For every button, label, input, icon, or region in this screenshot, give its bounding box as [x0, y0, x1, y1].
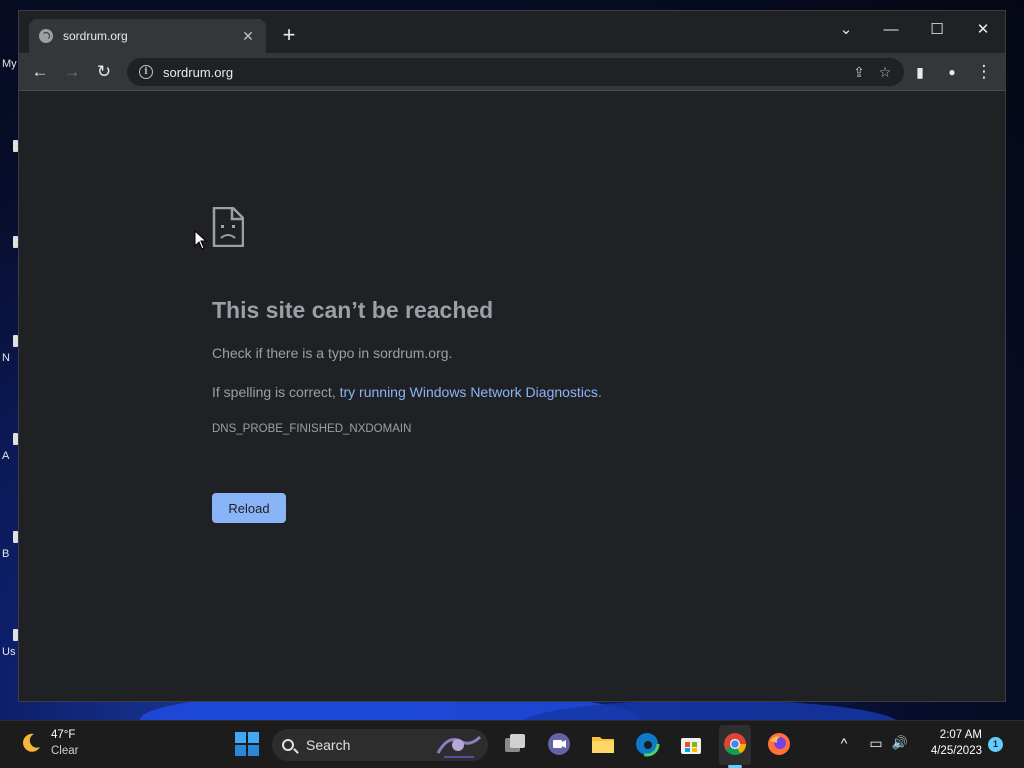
notification-badge[interactable]: 1	[988, 737, 1003, 752]
error-heading: This site can’t be reached	[212, 297, 494, 323]
mouse-cursor-icon	[194, 230, 208, 250]
error-message-typo: Check if there is a typo in sordrum.org.	[212, 345, 453, 361]
clock-date[interactable]: 4/25/2023	[922, 745, 982, 757]
chrome-icon[interactable]	[722, 731, 748, 757]
sad-document-icon	[212, 207, 244, 247]
network-icon[interactable]: ▭	[866, 735, 886, 752]
weather-condition[interactable]: Clear	[51, 745, 78, 757]
search-highlight-icon	[436, 735, 482, 758]
weather-temperature[interactable]: 47°F	[51, 729, 75, 741]
maximize-button[interactable]: ☐	[917, 17, 957, 43]
minimize-button[interactable]: —	[871, 17, 911, 43]
search-icon	[282, 739, 294, 751]
windows-start-icon[interactable]	[234, 731, 260, 757]
reload-icon-button[interactable]: ↻	[91, 59, 117, 85]
error-message-diagnostics: If spelling is correct, try running Wind…	[212, 384, 602, 400]
tab-close-icon[interactable]: ✕	[240, 28, 256, 45]
volume-icon[interactable]: 🔊	[890, 735, 910, 751]
microsoft-store-icon[interactable]	[678, 731, 704, 757]
file-explorer-icon[interactable]	[590, 731, 616, 757]
firefox-icon[interactable]	[766, 731, 792, 757]
profile-icon[interactable]: ●	[939, 59, 965, 85]
clock-time[interactable]: 2:07 AM	[930, 729, 982, 741]
taskbar-search[interactable]: Search	[272, 729, 488, 761]
moon-icon[interactable]	[20, 732, 42, 754]
taskbar: 47°F Clear Search ^ ▭ 🔊 2:07 AM 4/25/202…	[0, 720, 1024, 768]
desktop-icon-label[interactable]: Us	[2, 646, 15, 658]
error-code: DNS_PROBE_FINISHED_NXDOMAIN	[212, 423, 412, 435]
forward-button[interactable]: →	[59, 59, 85, 85]
desktop-icon-strip: My N A B Us	[0, 50, 18, 690]
title-bar: sordrum.org ✕ + ⌄ — ☐ ✕	[19, 11, 1005, 53]
share-icon[interactable]: ⇪	[846, 64, 872, 81]
tab-search-button[interactable]: ⌄	[826, 17, 866, 43]
menu-icon[interactable]: ⋮	[971, 59, 997, 85]
new-tab-button[interactable]: +	[277, 24, 301, 48]
browser-toolbar: ← → ↻ i sordrum.org ⇪ ☆ ▮ ● ⋮	[19, 53, 1005, 91]
diagnostics-prefix: If spelling is correct,	[212, 384, 340, 400]
network-diagnostics-link[interactable]: try running Windows Network Diagnostics	[340, 384, 598, 400]
back-button[interactable]: ←	[27, 59, 53, 85]
edge-browser-icon[interactable]	[634, 731, 660, 757]
close-window-button[interactable]: ✕	[963, 17, 1003, 43]
bookmark-star-icon[interactable]: ☆	[872, 64, 898, 81]
browser-tab[interactable]: sordrum.org ✕	[29, 19, 266, 53]
url-text[interactable]: sordrum.org	[163, 65, 846, 80]
side-panel-icon[interactable]: ▮	[907, 59, 933, 85]
tab-title: sordrum.org	[63, 29, 128, 43]
desktop-icon-label[interactable]: A	[2, 450, 9, 462]
reload-button[interactable]: Reload	[212, 493, 286, 523]
teams-chat-icon[interactable]	[546, 731, 572, 757]
desktop-icon-label[interactable]: My	[2, 58, 17, 70]
show-hidden-icons-chevron[interactable]: ^	[834, 735, 854, 751]
address-bar[interactable]: i sordrum.org ⇪ ☆	[127, 58, 904, 86]
desktop-icon-label[interactable]: B	[2, 548, 9, 560]
search-label: Search	[306, 737, 351, 753]
site-info-icon[interactable]: i	[139, 65, 153, 79]
diagnostics-suffix: .	[597, 384, 602, 400]
chrome-window: sordrum.org ✕ + ⌄ — ☐ ✕ ← → ↻ i sordrum.…	[18, 10, 1006, 702]
error-page: This site can’t be reached Check if ther…	[19, 91, 1005, 701]
desktop-icon-label[interactable]: N	[2, 352, 10, 364]
globe-icon	[39, 29, 53, 43]
task-view-icon[interactable]	[502, 731, 528, 757]
